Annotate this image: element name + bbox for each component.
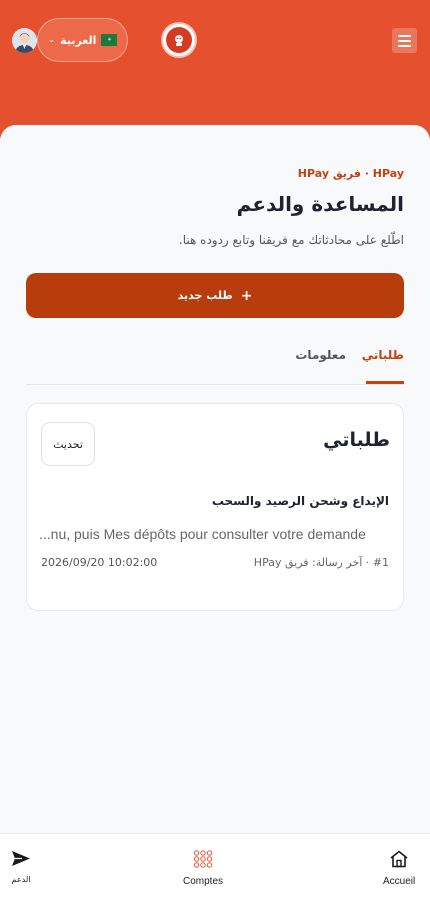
home-icon <box>389 850 409 872</box>
main-panel: HPay · فريق HPay المساعدة والدعم اطّلع ع… <box>0 125 430 835</box>
chevron-down-icon: ⌄ <box>47 35 56 45</box>
request-meta: #1 · آخر رسالة: فريق HPay <box>253 556 389 569</box>
nav-accueil-label: Accueil <box>383 876 416 887</box>
user-avatar-icon[interactable] <box>12 28 37 53</box>
nav-support[interactable]: الدعم <box>11 850 31 884</box>
request-preview: ...nu, puis Mes dépôts pour consulter vo… <box>39 526 366 542</box>
refresh-button[interactable]: تحديث <box>41 422 95 466</box>
tab-info[interactable]: معلومات <box>295 348 346 362</box>
nav-support-label: الدعم <box>11 875 31 884</box>
request-title: الإيداع وشحن الرصيد والسحب <box>211 494 389 508</box>
tabs: طلباتي معلومات <box>26 343 404 385</box>
saudi-flag-icon: ✦ <box>101 34 118 46</box>
breadcrumb: HPay · فريق HPay <box>297 167 404 180</box>
page-title: المساعدة والدعم <box>236 192 404 216</box>
brand-logo-icon[interactable] <box>161 22 197 58</box>
nav-comptes-label: Comptes <box>183 876 224 887</box>
send-icon <box>11 850 31 871</box>
nav-accueil[interactable]: Accueil <box>383 850 415 887</box>
new-request-button[interactable]: + طلب جديد <box>26 273 404 318</box>
bottom-nav: الدعم Comptes Accueil <box>0 833 430 900</box>
page-subtitle: اطّلع على محادثاتك مع فريقنا وتابع ردوده… <box>178 233 404 247</box>
new-request-label: طلب جديد <box>177 289 233 302</box>
requests-card-title: طلباتي <box>323 429 390 451</box>
language-label: العربية <box>60 33 97 47</box>
request-date: 2026/09/20 10:02:00 <box>41 556 158 569</box>
language-selector[interactable]: ✦ العربية ⌄ <box>37 18 128 62</box>
plus-icon: + <box>240 287 253 304</box>
nav-comptes[interactable]: Comptes <box>183 850 223 887</box>
hamburger-menu-icon[interactable] <box>392 28 417 53</box>
requests-card: طلباتي تحديث الإيداع وشحن الرصيد والسحب … <box>26 403 404 611</box>
grid-dots-icon <box>193 850 213 872</box>
tab-my-requests[interactable]: طلباتي <box>362 348 404 384</box>
